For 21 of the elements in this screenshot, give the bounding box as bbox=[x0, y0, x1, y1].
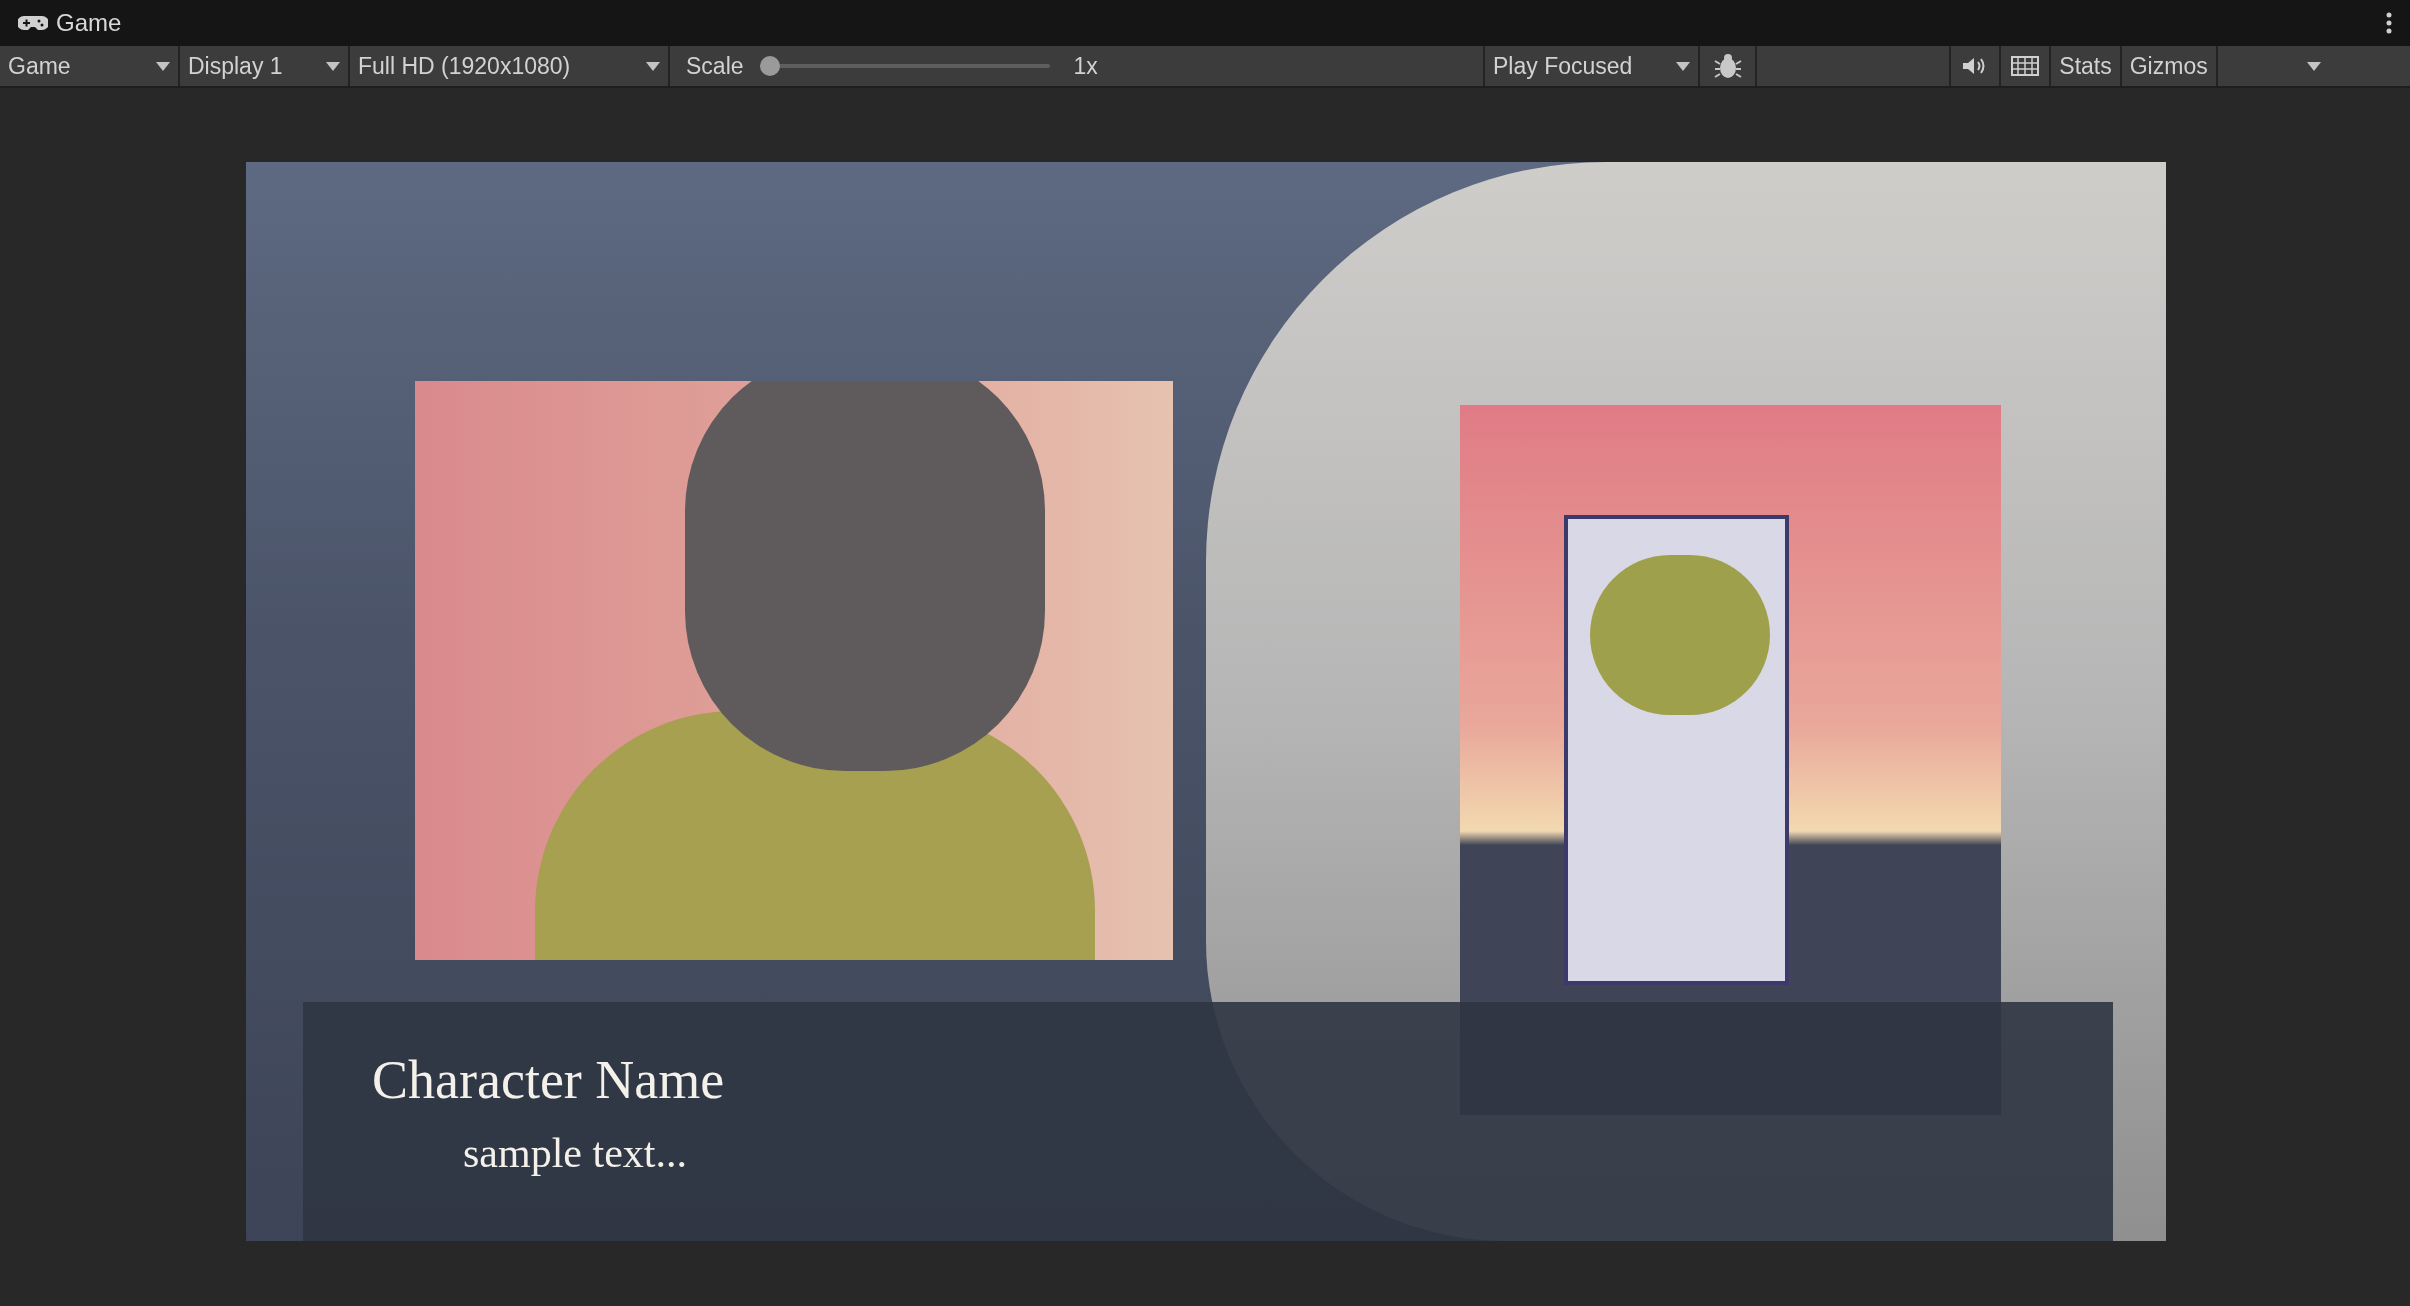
character-name: Character Name bbox=[372, 1049, 725, 1112]
scale-value: 1x bbox=[1073, 51, 1098, 81]
caret-icon bbox=[646, 61, 660, 71]
caret-icon bbox=[156, 61, 170, 71]
bug-icon[interactable] bbox=[1713, 52, 1742, 80]
gamepad-icon bbox=[18, 15, 48, 31]
dropdown[interactable]: Play Focused bbox=[1485, 46, 1700, 86]
caret-icon bbox=[1676, 61, 1690, 71]
window-title: Game bbox=[56, 8, 122, 38]
keyboard-icon[interactable] bbox=[2011, 56, 2040, 76]
caret-icon bbox=[326, 61, 340, 71]
dropdown[interactable]: Display 1 bbox=[180, 46, 350, 86]
more-options-icon[interactable] bbox=[2386, 12, 2392, 34]
caret-icon bbox=[2306, 61, 2321, 71]
dialogue-text: sample text... bbox=[463, 1129, 687, 1178]
dropdown[interactable]: Game bbox=[0, 46, 180, 86]
dropdown[interactable]: Full HD (1920x1080) bbox=[350, 46, 670, 86]
scale-label: Scale bbox=[686, 51, 744, 81]
stats-button[interactable]: Stats bbox=[2051, 46, 2122, 86]
gizmos-button[interactable]: Gizmos bbox=[2121, 46, 2218, 86]
scale-slider-thumb[interactable] bbox=[759, 56, 780, 76]
